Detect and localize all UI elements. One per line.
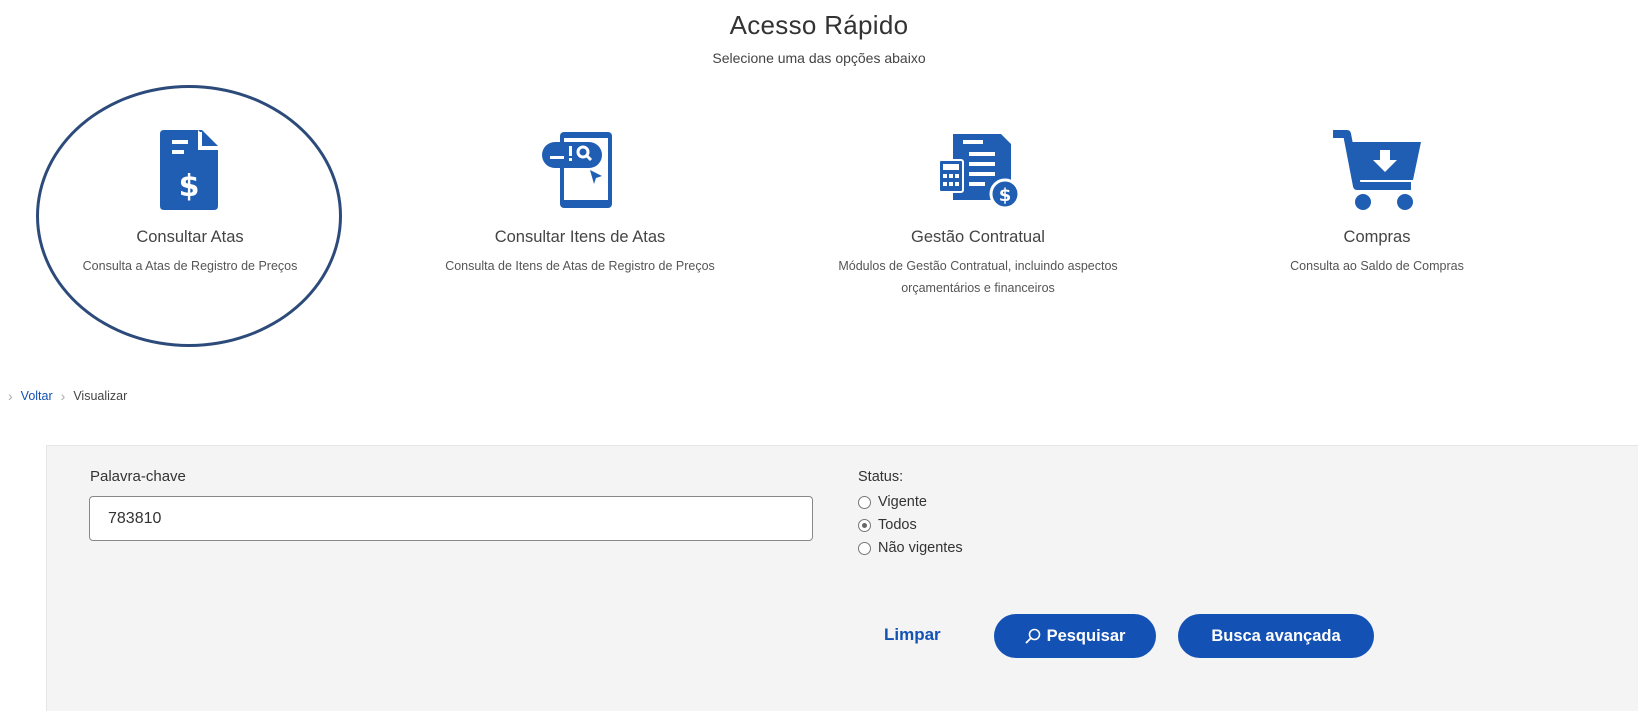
search-button[interactable]: Pesquisar — [994, 614, 1156, 658]
radio-button[interactable] — [858, 541, 871, 555]
card-title: Consultar Itens de Atas — [494, 228, 666, 246]
radio-button[interactable] — [858, 495, 871, 509]
card-title: Compras — [1343, 228, 1411, 246]
card-description: Módulos de Gestão Contratual, incluindo … — [798, 255, 1158, 299]
card-gestao-contratual[interactable]: $ Gestão Contratual Módulos de Gestão Co… — [798, 130, 1158, 299]
status-option-label: Vigente — [878, 494, 927, 510]
cart-download-icon — [1333, 130, 1421, 210]
search-panel — [46, 445, 1638, 711]
status-option-label: Todos — [878, 517, 917, 533]
status-label: Status: — [858, 469, 904, 485]
chevron-right-icon: › — [60, 388, 66, 404]
advanced-search-button[interactable]: Busca avançada — [1178, 614, 1374, 658]
card-consultar-itens-atas[interactable]: Consultar Itens de Atas Consulta de Iten… — [400, 130, 760, 277]
status-option-vigente[interactable]: Vigente — [858, 494, 927, 510]
keyword-input[interactable] — [89, 496, 813, 541]
clear-button[interactable]: Limpar — [884, 625, 941, 645]
card-description: Consulta de Itens de Atas de Registro de… — [445, 259, 715, 273]
tablet-search-icon — [542, 132, 612, 208]
card-compras[interactable]: Compras Consulta ao Saldo de Compras — [1197, 130, 1557, 277]
contract-calculator-icon: $ — [938, 134, 1021, 210]
search-button-label: Pesquisar — [1046, 626, 1126, 645]
card-title: Gestão Contratual — [911, 228, 1045, 246]
page-subtitle: Selecione uma das opções abaixo — [712, 50, 926, 66]
chevron-right-icon: › — [8, 388, 13, 404]
card-title: Consultar Atas — [136, 228, 244, 246]
svg-text:$: $ — [179, 169, 200, 204]
radio-button-checked[interactable] — [858, 518, 871, 532]
search-icon — [1025, 628, 1040, 644]
breadcrumb-current: Visualizar — [73, 389, 128, 403]
document-dollar-icon: $ — [160, 130, 218, 210]
status-option-label: Não vigentes — [878, 540, 963, 556]
card-description-line: Módulos de Gestão Contratual, incluindo … — [838, 259, 1118, 273]
card-description-line: orçamentários e financeiros — [901, 281, 1055, 295]
page-title: Acesso Rápido — [729, 10, 909, 40]
card-description: Consulta a Atas de Registro de Preços — [82, 259, 298, 273]
breadcrumb: › Voltar › Visualizar — [8, 388, 127, 404]
status-option-todos[interactable]: Todos — [858, 517, 917, 533]
breadcrumb-back-link[interactable]: Voltar — [21, 389, 53, 403]
keyword-label: Palavra-chave — [90, 468, 186, 485]
status-option-nao-vigentes[interactable]: Não vigentes — [858, 540, 963, 556]
card-description: Consulta ao Saldo de Compras — [1290, 259, 1464, 273]
svg-text:$: $ — [999, 185, 1012, 206]
advanced-search-button-label: Busca avançada — [1211, 626, 1341, 645]
card-consultar-atas[interactable]: $ Consultar Atas Consulta a Atas de Regi… — [10, 130, 370, 277]
